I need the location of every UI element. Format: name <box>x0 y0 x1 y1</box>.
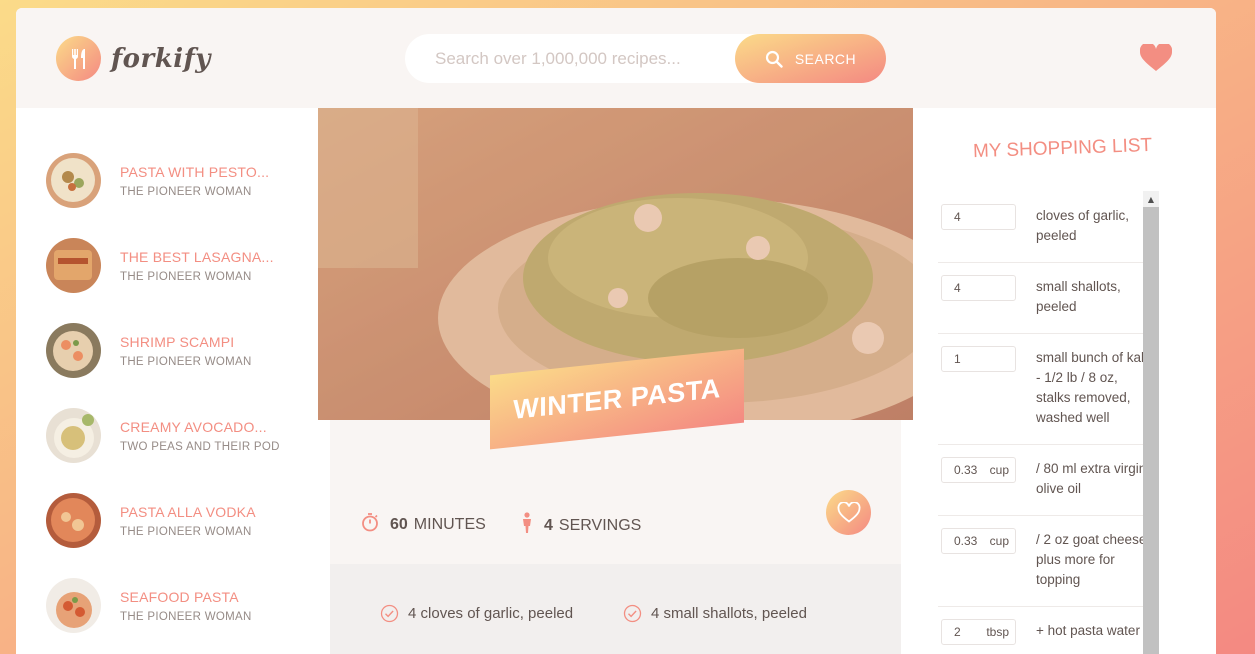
ingredient-item: 4 cloves of garlic, peeled <box>380 604 573 623</box>
shopping-item-count[interactable]: 0.33 cup <box>941 528 1016 554</box>
shopping-item-count-value: 1 <box>954 352 961 366</box>
shopping-item: 2 tbsp + hot pasta water <box>938 607 1154 654</box>
check-icon <box>380 604 399 623</box>
result-item[interactable]: PASTA WITH PESTO... THE PIONEER WOMAN <box>46 153 269 208</box>
recipe-details: 60 MINUTES 4 SERVINGS <box>330 420 901 564</box>
result-item[interactable]: PASTA ALLA VODKA THE PIONEER WOMAN <box>46 493 256 548</box>
likes-heart-icon[interactable] <box>1139 42 1173 76</box>
result-image <box>46 408 101 463</box>
ingredients-section: 4 cloves of garlic, peeled 4 small shall… <box>330 564 901 654</box>
header: forkify SEARCH <box>16 8 1216 108</box>
search-input[interactable] <box>435 48 735 69</box>
recipe-duration: 60 MINUTES <box>360 512 486 537</box>
result-item[interactable]: THE BEST LASAGNA... THE PIONEER WOMAN <box>46 238 274 293</box>
result-title: SEAFOOD PASTA <box>120 588 239 605</box>
result-author: THE PIONEER WOMAN <box>120 355 252 368</box>
result-author: THE PIONEER WOMAN <box>120 610 252 623</box>
result-image <box>46 578 101 633</box>
shopping-item-description: small shallots, peeled <box>1036 279 1121 314</box>
recipe-servings-count: 4 <box>544 516 553 534</box>
shopping-item-count[interactable]: 4 <box>941 204 1016 230</box>
result-author: THE PIONEER WOMAN <box>120 185 252 198</box>
logo[interactable]: forkify <box>56 36 211 81</box>
shopping-list-title: MY SHOPPING LIST <box>972 134 1153 163</box>
stopwatch-icon <box>360 512 380 537</box>
check-icon <box>623 604 642 623</box>
result-image <box>46 153 101 208</box>
result-title: PASTA WITH PESTO... <box>120 163 270 180</box>
shopping-item-count-value: 0.33 <box>954 534 978 548</box>
result-title: THE BEST LASAGNA... <box>120 248 274 265</box>
shopping-item-count-value: 0.33 <box>954 463 978 477</box>
result-image <box>46 493 101 548</box>
shopping-item: 1 small bunch of kale - 1/2 lb / 8 oz, s… <box>938 334 1154 445</box>
search-form: SEARCH <box>405 34 886 83</box>
shopping-item-count[interactable]: 0.33 cup <box>941 457 1016 483</box>
shopping-item-count[interactable]: 1 <box>941 346 1016 372</box>
recipe-minutes: 60 <box>390 515 408 533</box>
like-recipe-button[interactable] <box>826 490 871 535</box>
result-image <box>46 238 101 293</box>
search-icon <box>765 50 783 68</box>
fork-knife-icon <box>56 36 101 81</box>
shopping-list-scrollbar[interactable]: ▲ <box>1143 191 1159 654</box>
result-item[interactable]: CREAMY AVOCADO... TWO PEAS AND THEIR POD <box>46 408 280 463</box>
ingredient-text: cloves of garlic, peeled <box>420 605 574 622</box>
app-container: forkify SEARCH <box>16 8 1216 654</box>
scroll-up-arrow-icon[interactable]: ▲ <box>1143 191 1159 207</box>
person-icon <box>520 512 534 539</box>
search-button[interactable]: SEARCH <box>735 34 886 83</box>
ingredient-count: 4 <box>651 605 660 622</box>
result-author: THE PIONEER WOMAN <box>120 525 252 538</box>
shopping-item-count[interactable]: 4 <box>941 275 1016 301</box>
logo-text: forkify <box>111 43 211 74</box>
result-author: THE PIONEER WOMAN <box>120 270 252 283</box>
result-author: TWO PEAS AND THEIR POD <box>120 440 280 453</box>
recipe-minutes-label: MINUTES <box>413 515 486 533</box>
shopping-item-description: cloves of garlic, peeled <box>1036 208 1130 243</box>
shopping-item-count[interactable]: 2 tbsp <box>941 619 1016 645</box>
shopping-item: 4 small shallots, peeled <box>938 263 1154 334</box>
heart-outline-icon <box>837 502 861 523</box>
result-title: CREAMY AVOCADO... <box>120 418 267 435</box>
shopping-list: MY SHOPPING LIST 4 cloves of garlic, pee… <box>913 108 1216 654</box>
result-title: SHRIMP SCAMPI <box>120 333 235 350</box>
shopping-item-unit: tbsp <box>986 625 1009 639</box>
shopping-item-count-value: 2 <box>954 625 961 639</box>
shopping-item-description: / 2 oz goat cheese, plus more for toppin… <box>1036 532 1151 587</box>
result-item[interactable]: SHRIMP SCAMPI THE PIONEER WOMAN <box>46 323 252 378</box>
shopping-item-description: + hot pasta water <box>1036 623 1140 638</box>
recipe-title: WINTER PASTA <box>513 372 721 425</box>
result-item[interactable]: SEAFOOD PASTA THE PIONEER WOMAN <box>46 578 252 633</box>
ingredient-item: 4 small shallots, peeled <box>623 604 807 623</box>
shopping-item-description: small bunch of kale - 1/2 lb / 8 oz, sta… <box>1036 350 1152 425</box>
recipe-servings-label: SERVINGS <box>558 516 642 534</box>
ingredient-text: small shallots, peeled <box>663 605 807 622</box>
shopping-item-description: / 80 ml extra virgin olive oil <box>1036 461 1147 496</box>
ingredient-count: 4 <box>408 605 417 622</box>
result-image <box>46 323 101 378</box>
shopping-item-unit: cup <box>989 534 1009 548</box>
shopping-item-count-value: 4 <box>954 210 961 224</box>
shopping-item: 0.33 cup / 80 ml extra virgin olive oil <box>938 445 1154 516</box>
shopping-item-count-value: 4 <box>954 281 961 295</box>
shopping-item: 4 cloves of garlic, peeled <box>938 192 1154 263</box>
shopping-item-unit: cup <box>989 463 1009 477</box>
recipe-servings: 4 SERVINGS <box>520 512 641 539</box>
result-title: PASTA ALLA VODKA <box>120 503 256 520</box>
search-button-label: SEARCH <box>794 50 857 67</box>
shopping-item: 0.33 cup / 2 oz goat cheese, plus more f… <box>938 516 1154 607</box>
